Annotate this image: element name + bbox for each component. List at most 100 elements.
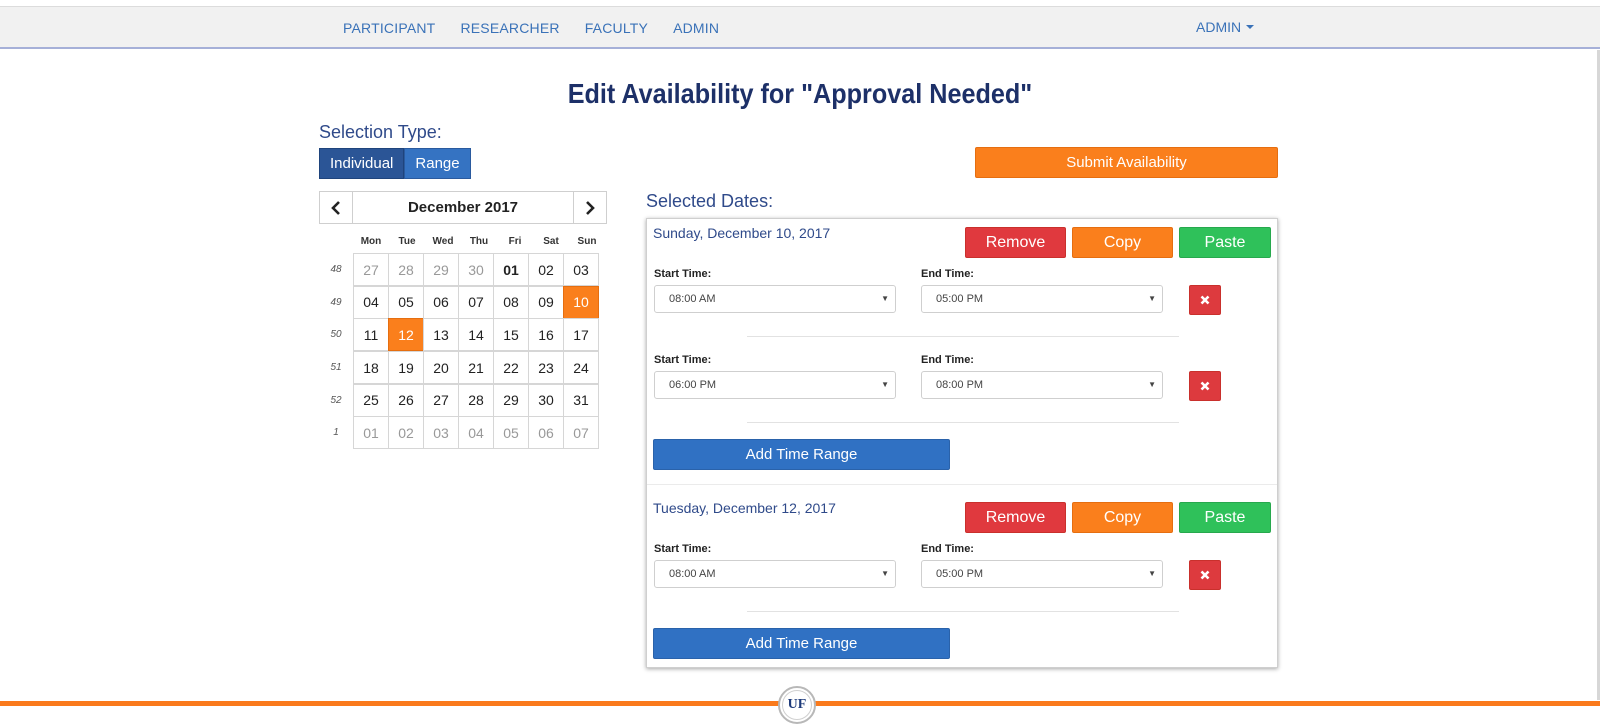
calendar-day[interactable]: 30 (458, 253, 494, 286)
uf-logo-text: UF (782, 690, 812, 720)
calendar-day[interactable]: 18 (353, 351, 389, 385)
add-time-range-button[interactable]: Add Time Range (653, 628, 950, 659)
dow-label: Sat (543, 236, 559, 247)
calendar-day[interactable]: 09 (528, 285, 564, 319)
page-title: Edit Availability for "Approval Needed" (567, 78, 1033, 109)
calendar-day[interactable]: 27 (423, 383, 459, 417)
calendar-day[interactable]: 04 (458, 416, 494, 450)
calendar-day[interactable]: 17 (563, 318, 599, 352)
calendar-day[interactable]: 28 (458, 383, 494, 417)
calendar-day[interactable]: 05 (493, 416, 529, 450)
calendar-day[interactable]: 29 (493, 383, 529, 417)
calendar-day[interactable]: 01 (353, 416, 389, 450)
calendar-day[interactable]: 22 (493, 351, 529, 385)
dow-label: Tue (398, 236, 416, 247)
prev-month-button[interactable] (319, 191, 353, 224)
individual-toggle-button[interactable]: Individual (319, 148, 405, 179)
calendar-day[interactable]: 12 (388, 318, 424, 352)
end-time-value: 05:00 PM (936, 293, 984, 305)
calendar-day[interactable]: 24 (563, 351, 599, 385)
calendar-day[interactable]: 26 (388, 383, 424, 417)
calendar-day[interactable]: 04 (353, 285, 389, 319)
calendar-day[interactable]: 14 (458, 318, 494, 352)
calendar-day[interactable]: 16 (528, 318, 564, 352)
close-icon (1200, 295, 1210, 305)
close-icon (1200, 570, 1210, 580)
nav-links: PARTICIPANT RESEARCHER FACULTY ADMIN (343, 7, 744, 48)
end-time-value: 05:00 PM (936, 568, 984, 580)
calendar-header: December 2017 (319, 191, 607, 224)
select-arrow-icon: ▼ (1148, 294, 1156, 303)
calendar-day[interactable]: 07 (563, 416, 599, 450)
end-time-select[interactable]: 08:00 PM ▼ (921, 371, 1163, 399)
chevron-right-icon (586, 200, 595, 215)
calendar-month-label[interactable]: December 2017 (353, 191, 573, 224)
start-time-select[interactable]: 06:00 PM ▼ (654, 371, 896, 399)
calendar-day[interactable]: 02 (528, 253, 564, 286)
nav-participant[interactable]: PARTICIPANT (343, 20, 435, 36)
calendar-week-row: 1 01 02 03 04 05 06 07 (319, 416, 605, 450)
calendar-day[interactable]: 06 (423, 285, 459, 319)
calendar-day[interactable]: 05 (388, 285, 424, 319)
select-arrow-icon: ▼ (1148, 380, 1156, 389)
start-time-select[interactable]: 08:00 AM ▼ (654, 560, 896, 588)
dow-label: Mon (360, 236, 382, 247)
calendar-day[interactable]: 29 (423, 253, 459, 286)
copy-date-button[interactable]: Copy (1072, 502, 1173, 533)
select-arrow-icon: ▼ (881, 294, 889, 303)
start-time-select[interactable]: 08:00 AM ▼ (654, 285, 896, 313)
range-divider (747, 611, 1179, 612)
calendar-day[interactable]: 01 (493, 253, 529, 286)
calendar-day[interactable]: 11 (353, 318, 389, 352)
range-toggle-button[interactable]: Range (404, 148, 471, 179)
paste-date-button[interactable]: Paste (1179, 227, 1271, 258)
end-time-value: 08:00 PM (936, 379, 984, 391)
next-month-button[interactable] (573, 191, 607, 224)
calendar-day[interactable]: 13 (423, 318, 459, 352)
caret-down-icon (1246, 24, 1255, 29)
calendar-day[interactable]: 19 (388, 351, 424, 385)
copy-date-button[interactable]: Copy (1072, 227, 1173, 258)
calendar-day[interactable]: 31 (563, 383, 599, 417)
calendar-day[interactable]: 27 (353, 253, 389, 286)
end-time-select[interactable]: 05:00 PM ▼ (921, 560, 1163, 588)
nav-admin[interactable]: ADMIN (673, 20, 719, 36)
add-time-range-button[interactable]: Add Time Range (653, 439, 950, 470)
select-arrow-icon: ▼ (1148, 569, 1156, 578)
calendar-day[interactable]: 08 (493, 285, 529, 319)
start-time-value: 08:00 AM (669, 293, 716, 305)
delete-time-range-button[interactable] (1189, 371, 1221, 401)
user-menu-dropdown[interactable]: ADMIN (1196, 7, 1255, 46)
calendar-day[interactable]: 21 (458, 351, 494, 385)
calendar-day[interactable]: 06 (528, 416, 564, 450)
calendar-day[interactable]: 15 (493, 318, 529, 352)
end-time-select[interactable]: 05:00 PM ▼ (921, 285, 1163, 313)
start-time-value: 08:00 AM (669, 568, 716, 580)
time-range-row: Start Time: 06:00 PM ▼ End Time: 08:00 P… (647, 354, 1279, 414)
nav-faculty[interactable]: FACULTY (585, 20, 648, 36)
calendar-day[interactable]: 30 (528, 383, 564, 417)
calendar-day[interactable]: 10 (563, 285, 599, 319)
submit-availability-button[interactable]: Submit Availability (975, 147, 1278, 178)
calendar-day[interactable]: 07 (458, 285, 494, 319)
calendar-day[interactable]: 03 (563, 253, 599, 286)
calendar-day[interactable]: 25 (353, 383, 389, 417)
calendar-day[interactable]: 02 (388, 416, 424, 450)
chevron-left-icon (331, 200, 340, 215)
nav-researcher[interactable]: RESEARCHER (460, 20, 559, 36)
calendar-day[interactable]: 03 (423, 416, 459, 450)
delete-time-range-button[interactable] (1189, 285, 1221, 315)
week-number: 48 (330, 263, 342, 275)
date-title: Sunday, December 10, 2017 (653, 225, 831, 241)
week-number: 52 (330, 394, 342, 406)
delete-time-range-button[interactable] (1189, 560, 1221, 590)
calendar-grid: Mon Tue Wed Thu Fri Sat Sun 48 27 28 29 30 01… (319, 236, 605, 450)
calendar-day[interactable]: 23 (528, 351, 564, 385)
remove-date-button[interactable]: Remove (965, 227, 1066, 258)
remove-date-button[interactable]: Remove (965, 502, 1066, 533)
paste-date-button[interactable]: Paste (1179, 502, 1271, 533)
calendar-day[interactable]: 28 (388, 253, 424, 286)
selected-dates-panel: Sunday, December 10, 2017 Remove Copy Pa… (646, 218, 1278, 668)
calendar-day[interactable]: 20 (423, 351, 459, 385)
range-divider (747, 422, 1179, 423)
